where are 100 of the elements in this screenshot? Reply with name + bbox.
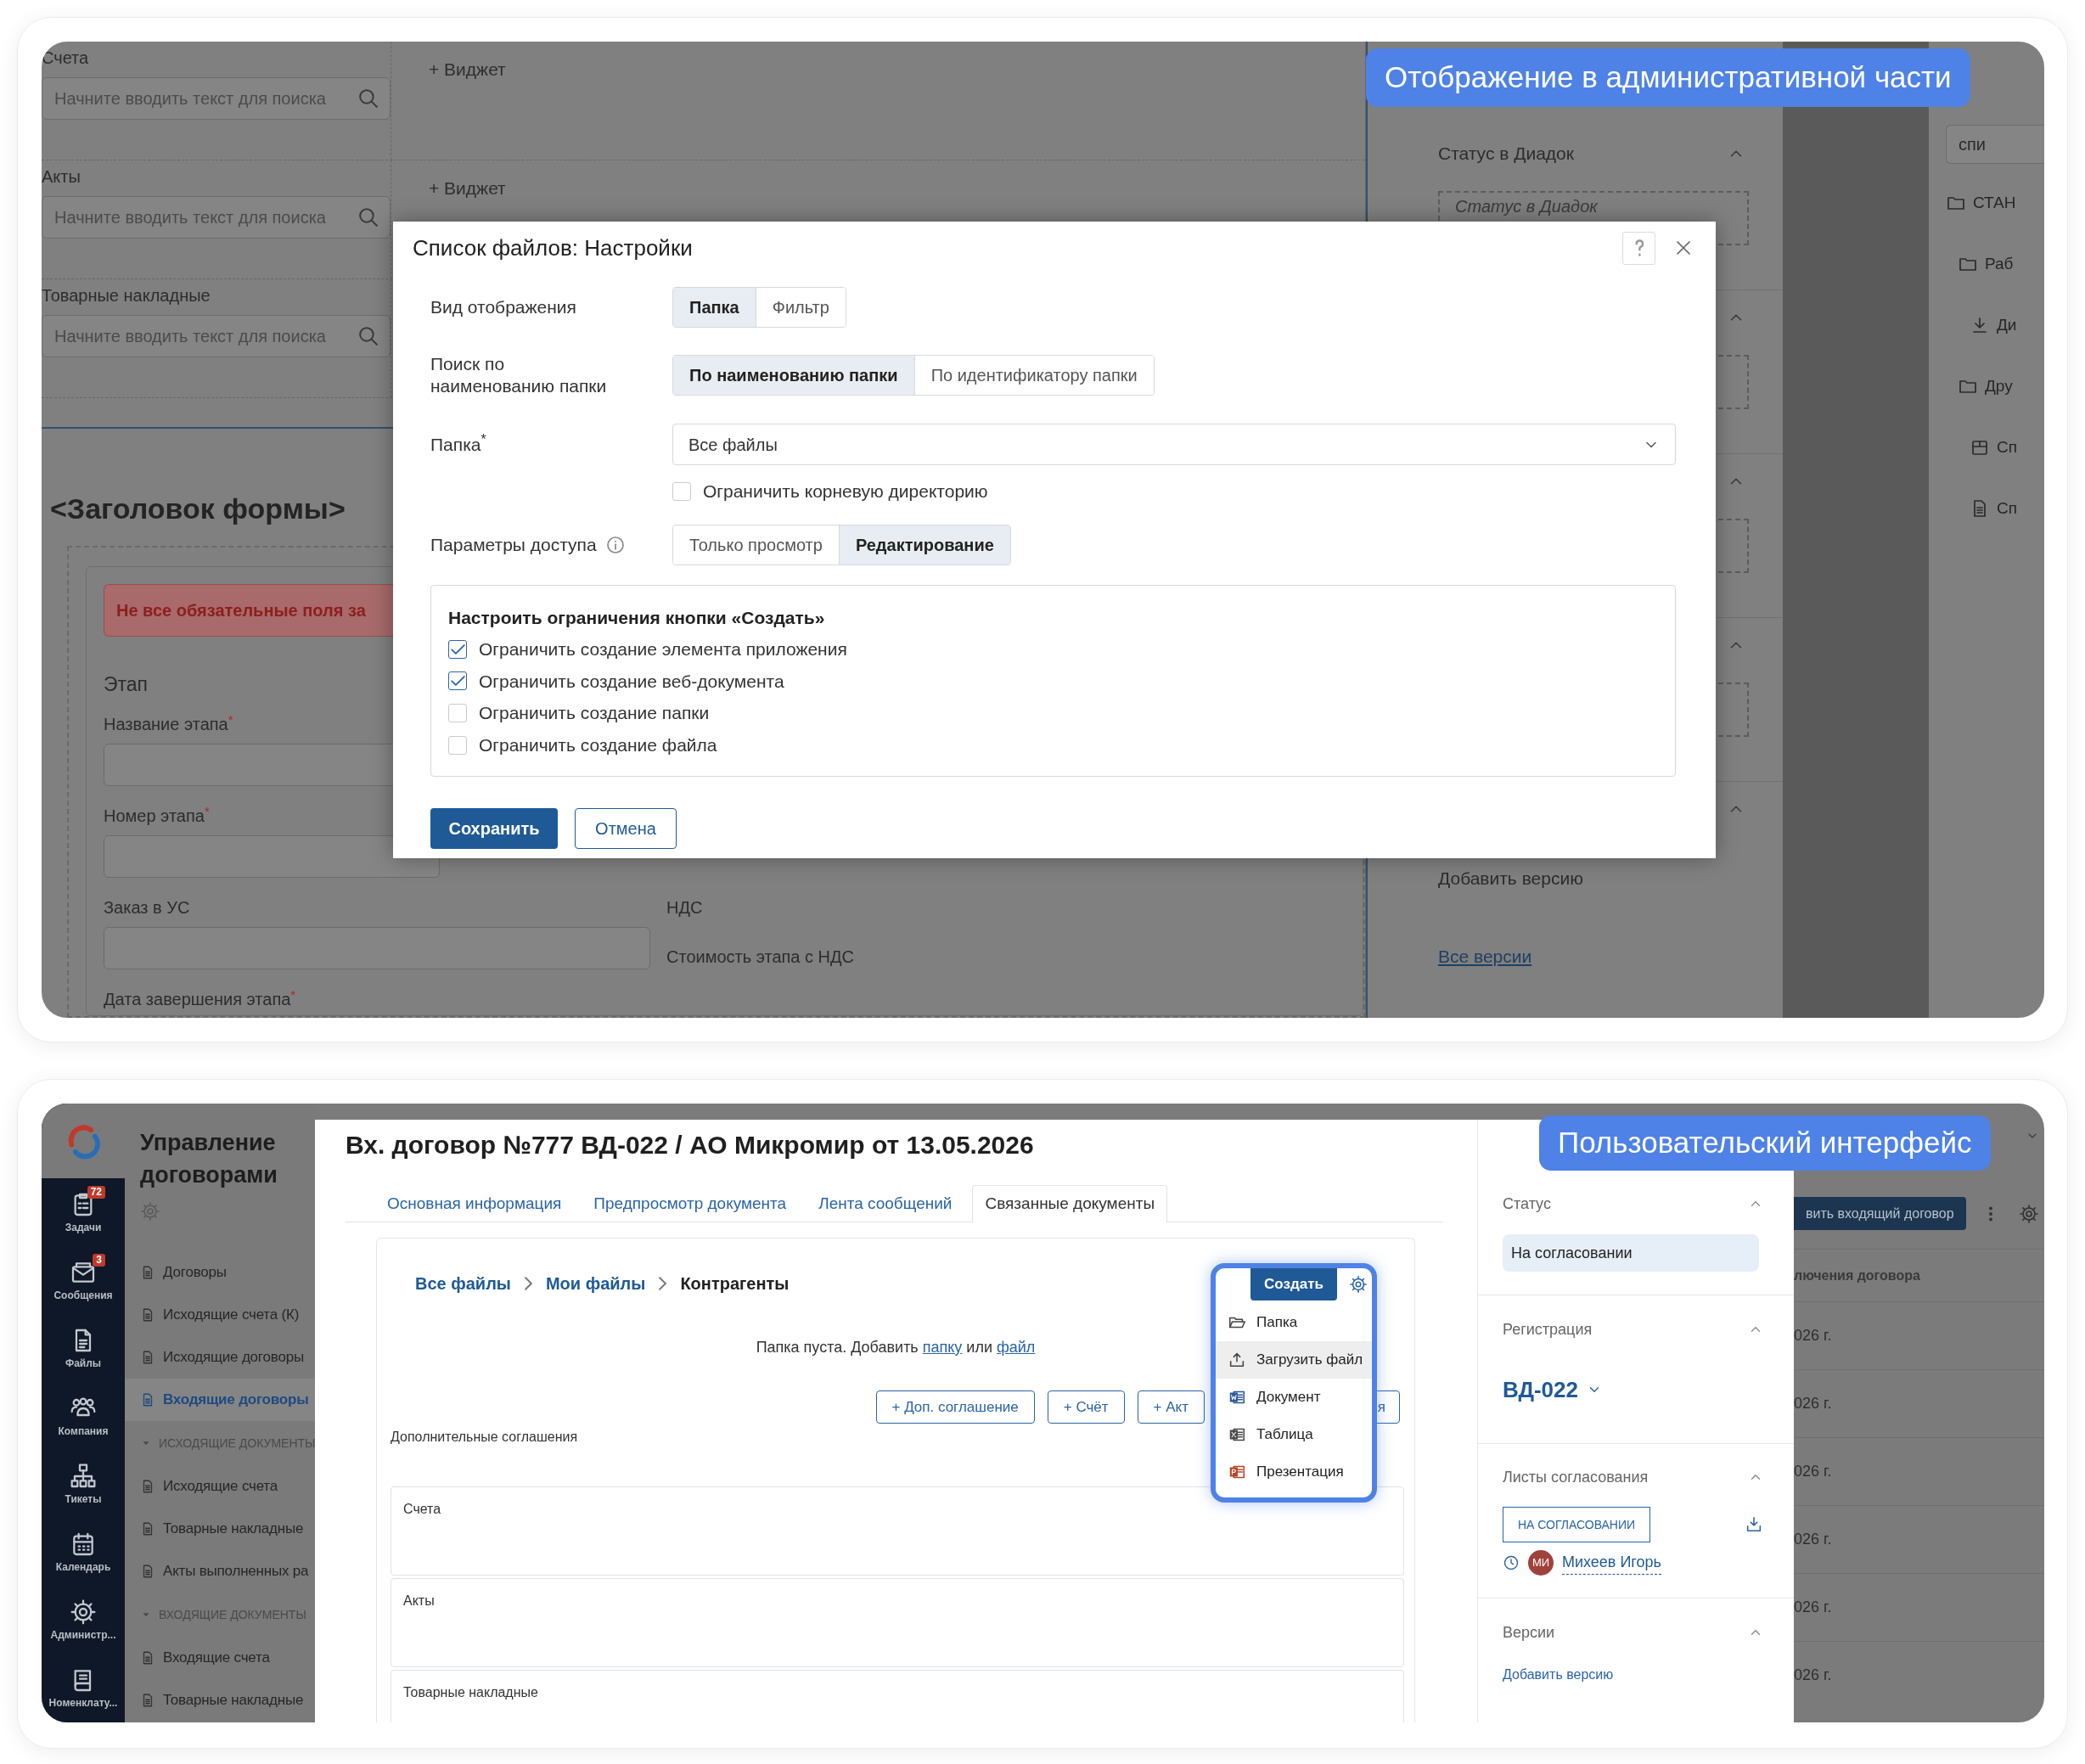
add-widget-button[interactable]: + Виджет bbox=[429, 177, 506, 200]
field-label: Параметры доступа bbox=[430, 534, 597, 556]
search-icon bbox=[359, 89, 378, 108]
section-title: Статус в Диадок bbox=[1438, 143, 1574, 166]
create-button[interactable]: Создать bbox=[1250, 1268, 1337, 1301]
menu-item[interactable]: Документ bbox=[1216, 1379, 1372, 1416]
download-icon[interactable] bbox=[1745, 1515, 1763, 1534]
field-label: Дата завершения этапа$^{*}$ bbox=[104, 988, 296, 1010]
file-link[interactable]: файл bbox=[997, 1339, 1036, 1356]
settings-icon[interactable] bbox=[1349, 1275, 1368, 1294]
tree-item[interactable]: Сп bbox=[1997, 435, 2017, 460]
cancel-button[interactable]: Отмена bbox=[575, 808, 677, 849]
section-title: Версии bbox=[1503, 1622, 1555, 1643]
folder-link[interactable]: папку bbox=[922, 1339, 963, 1356]
menu-item[interactable]: Презентация bbox=[1216, 1453, 1372, 1491]
add-widget-button[interactable]: + Виджет bbox=[429, 58, 506, 81]
table-cell: 026 г. bbox=[1794, 1573, 2044, 1641]
checkbox-label: Ограничить создание веб-документа bbox=[479, 670, 784, 693]
nav-item[interactable]: Календарь bbox=[42, 1518, 125, 1586]
field-label: Заказ в УС bbox=[104, 897, 190, 919]
question-icon bbox=[1634, 239, 1644, 256]
group-title: Акты bbox=[403, 1593, 435, 1608]
tab[interactable]: Основная информация bbox=[375, 1185, 574, 1222]
segment-option[interactable]: По идентификатору папки bbox=[913, 356, 1154, 395]
input-field[interactable] bbox=[104, 927, 650, 969]
segment-option[interactable]: По наименованию папки bbox=[673, 356, 914, 395]
nav-item[interactable]: Файлы bbox=[42, 1314, 125, 1382]
info-icon bbox=[604, 535, 626, 555]
menu-item[interactable]: Таблица bbox=[1216, 1416, 1372, 1453]
form-title: <Заголовок формы> bbox=[49, 492, 346, 525]
tree-item[interactable]: Раб bbox=[1985, 251, 2014, 277]
section-title: Этап bbox=[104, 674, 149, 694]
sidebar-item[interactable]: Исходящие счета (К) bbox=[140, 1294, 315, 1336]
add-button[interactable]: + Доп. соглашение bbox=[875, 1390, 1035, 1424]
field-label: Название этапа$^{*}$ bbox=[104, 713, 233, 735]
widget-label: Акты bbox=[42, 166, 81, 188]
create-button[interactable]: вить входящий договор bbox=[1794, 1197, 1966, 1230]
breadcrumb-item[interactable]: Все файлы bbox=[415, 1272, 511, 1295]
document-title: Вх. договор №777 ВД-022 / АО Микромир от 13.05.2026 bbox=[345, 1130, 1035, 1160]
folder-select[interactable]: Все файлы bbox=[672, 424, 1676, 465]
sidebar-item[interactable]: Исходящие договоры bbox=[140, 1336, 315, 1379]
sidebar-item[interactable]: Договоры bbox=[140, 1251, 315, 1294]
clock-icon bbox=[1503, 1554, 1520, 1571]
sidebar-item[interactable]: Товарные накладные bbox=[140, 1679, 315, 1722]
add-button[interactable]: + Акт bbox=[1137, 1390, 1205, 1424]
nav-item[interactable]: Номенклату... bbox=[42, 1654, 125, 1722]
callout-label: Пользовательский интерфейс bbox=[1539, 1115, 1991, 1171]
sidebar-item[interactable]: Акты выполненных ра bbox=[140, 1550, 315, 1593]
save-button[interactable]: Сохранить bbox=[430, 808, 558, 849]
tree-item[interactable]: Ди bbox=[1997, 312, 2017, 338]
nav-item[interactable]: Тикеты bbox=[42, 1450, 125, 1518]
checkbox[interactable] bbox=[448, 639, 467, 659]
status-pill: На согласовании bbox=[1503, 1234, 1759, 1272]
add-version-text: Добавить версию bbox=[1437, 868, 1584, 890]
checkbox-label: Ограничить создание папки bbox=[479, 702, 710, 725]
add-button[interactable]: + Счёт bbox=[1047, 1390, 1125, 1424]
nav-item[interactable]: Администр... bbox=[42, 1586, 125, 1654]
settings-icon bbox=[70, 1598, 97, 1626]
search-field[interactable]: спи bbox=[1946, 125, 2044, 164]
nav-item[interactable]: 3 Сообщения bbox=[42, 1246, 125, 1314]
tree-item[interactable]: Дру bbox=[1985, 374, 2013, 399]
input-field[interactable] bbox=[104, 835, 440, 878]
nav-item[interactable]: Компания bbox=[42, 1382, 125, 1450]
section-title: Статус bbox=[1503, 1194, 1551, 1214]
breadcrumb-item[interactable]: Мои файлы bbox=[545, 1272, 646, 1295]
help-button[interactable] bbox=[1622, 231, 1655, 265]
nav-item[interactable]: 72 Задачи bbox=[42, 1178, 125, 1246]
search-icon bbox=[359, 208, 378, 227]
menu-item[interactable]: Загрузить файл bbox=[1216, 1341, 1372, 1379]
segment-option[interactable]: Редактирование bbox=[838, 525, 1010, 565]
field-label: Номер этапа$^{*}$ bbox=[104, 805, 210, 827]
field-label: НДС bbox=[666, 897, 704, 919]
segment-option[interactable]: Фильтр bbox=[755, 288, 846, 327]
search-icon bbox=[359, 327, 378, 345]
sidebar-item[interactable]: Исходящие счета bbox=[140, 1465, 315, 1508]
user-link[interactable]: Михеев Игорь bbox=[1562, 1551, 1661, 1575]
column-header: лючения договора bbox=[1794, 1249, 2044, 1301]
registration-number[interactable]: ВД-022 bbox=[1503, 1374, 1602, 1405]
upload-icon bbox=[1228, 1351, 1246, 1369]
tab[interactable]: Связанные документы bbox=[972, 1185, 1168, 1222]
sidebar-item[interactable]: Товарные накладные bbox=[140, 1508, 315, 1550]
sidebar-item[interactable]: Входящие счета bbox=[140, 1637, 315, 1679]
tree-item[interactable]: СТАН bbox=[1973, 190, 2016, 216]
tab[interactable]: Предпросмотр документа bbox=[582, 1185, 799, 1222]
checkbox-label: Ограничить создание файла bbox=[479, 733, 717, 756]
hierarchy-icon bbox=[70, 1462, 97, 1490]
section-title: Листы согласования bbox=[1503, 1467, 1649, 1487]
tab[interactable]: Лента сообщений bbox=[806, 1185, 964, 1222]
settings-icon[interactable] bbox=[2018, 1203, 2039, 1224]
error-message: Не все обязательные поля за bbox=[104, 584, 394, 637]
table-cell: 026 г. bbox=[1794, 1437, 2044, 1505]
badge: 3 bbox=[93, 1253, 105, 1267]
tree-item[interactable]: Сп bbox=[1997, 496, 2017, 521]
checkbox[interactable] bbox=[448, 671, 467, 691]
widget-label: Товарные накладные bbox=[42, 285, 211, 306]
add-version-link[interactable]: Добавить версию bbox=[1503, 1665, 1614, 1685]
group-label: Дополнительные соглашения bbox=[391, 1429, 578, 1446]
group-title: Настроить ограничения кнопки «Создать» bbox=[448, 607, 826, 629]
menu-item[interactable]: Папка bbox=[1216, 1304, 1372, 1341]
segment-option[interactable]: Папка bbox=[673, 288, 756, 327]
